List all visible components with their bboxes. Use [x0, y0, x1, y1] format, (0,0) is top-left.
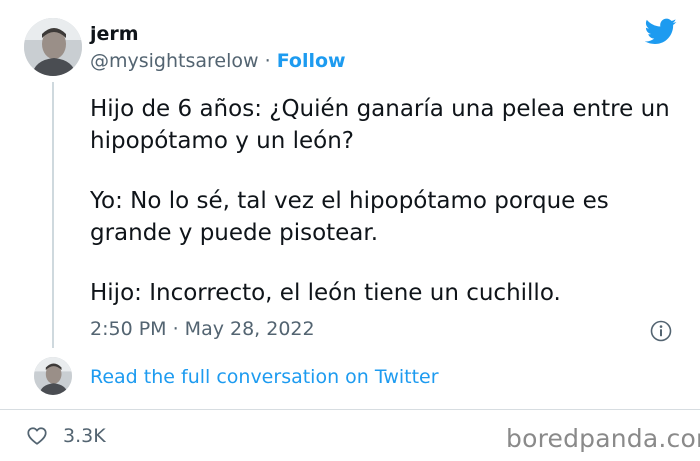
tweet-timestamp[interactable]: 2:50 PM · May 28, 2022 — [90, 318, 315, 340]
author-avatar[interactable] — [24, 18, 82, 76]
tweet-paragraph: Yo: No lo sé, tal vez el hipopótamo porq… — [90, 188, 609, 246]
like-count: 3.3K — [63, 425, 106, 447]
tweet-paragraph: Hijo: Incorrecto, el león tiene un cuchi… — [90, 280, 561, 306]
author-handle-row: @mysightsarelow · Follow — [90, 50, 346, 72]
tweet-body: Hijo de 6 años: ¿Quién ganaría una pelea… — [90, 93, 680, 337]
handle-separator: · — [264, 50, 271, 72]
thread-connector-line — [52, 82, 54, 348]
tweet-paragraph: Hijo de 6 años: ¿Quién ganaría una pelea… — [90, 96, 670, 154]
read-conversation-link[interactable]: Read the full conversation on Twitter — [90, 366, 439, 388]
info-icon[interactable] — [650, 320, 672, 342]
watermark: boredpanda.com — [506, 424, 700, 453]
twitter-bird-icon[interactable] — [645, 18, 677, 46]
heart-icon[interactable] — [26, 425, 48, 447]
author-name[interactable]: jerm — [90, 23, 139, 45]
author-handle[interactable]: @mysightsarelow — [90, 50, 259, 72]
divider — [0, 409, 700, 410]
follow-button[interactable]: Follow — [277, 50, 346, 72]
reply-avatar[interactable] — [34, 357, 72, 395]
